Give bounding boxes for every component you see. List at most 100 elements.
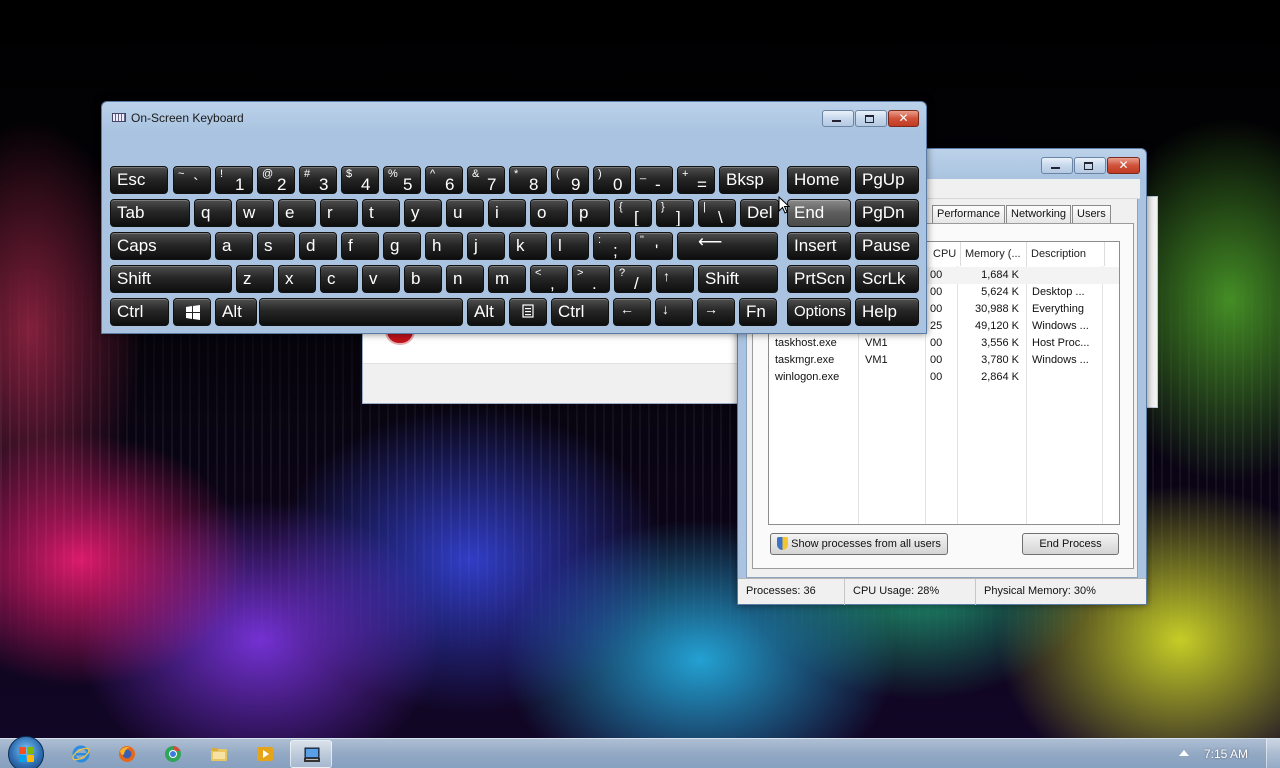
key-4[interactable]: $4 <box>341 166 379 194</box>
key-quote[interactable]: " ' <box>635 232 673 260</box>
key-k[interactable]: k <box>509 232 547 260</box>
key-x[interactable]: x <box>278 265 316 293</box>
key-down[interactable]: ↓ <box>655 298 693 326</box>
key-u[interactable]: u <box>446 199 484 227</box>
key-lshift[interactable]: Shift <box>110 265 232 293</box>
minimize-button[interactable] <box>822 110 854 127</box>
process-row[interactable]: winlogon.exe 00 2,864 K <box>769 369 1119 386</box>
close-button[interactable]: ✕ <box>888 110 919 127</box>
key-lbracket[interactable]: {[ <box>614 199 652 227</box>
key-tab[interactable]: Tab <box>110 199 190 227</box>
taskbar-media-player[interactable] <box>244 740 286 768</box>
taskbar-on-screen-keyboard[interactable] <box>290 740 332 768</box>
clock[interactable]: 7:15 AM <box>1204 739 1248 768</box>
process-row[interactable]: taskhost.exe VM1 00 3,556 K Host Proc... <box>769 335 1119 352</box>
key-8[interactable]: * 8 <box>509 166 547 194</box>
key-period[interactable]: >. <box>572 265 610 293</box>
key-y[interactable]: y <box>404 199 442 227</box>
key-w[interactable]: w <box>236 199 274 227</box>
key-semicolon[interactable]: :; <box>593 232 631 260</box>
start-button[interactable] <box>8 736 44 768</box>
key-space[interactable] <box>259 298 463 326</box>
key-j[interactable]: j <box>467 232 505 260</box>
key-bksp[interactable]: Bksp <box>719 166 779 194</box>
key-g[interactable]: g <box>383 232 421 260</box>
key-e[interactable]: e <box>278 199 316 227</box>
key-slash[interactable]: ? / <box>614 265 652 293</box>
key-s[interactable]: s <box>257 232 295 260</box>
tab-networking[interactable]: Networking <box>1006 205 1072 223</box>
show-hidden-icons-button[interactable] <box>1179 750 1189 756</box>
key-9[interactable]: (9 <box>551 166 589 194</box>
column-description[interactable]: Description <box>1027 242 1105 266</box>
key-home[interactable]: Home <box>787 166 851 194</box>
key-prtscn[interactable]: PrtScn <box>787 265 851 293</box>
key-t[interactable]: t <box>362 199 400 227</box>
close-button[interactable]: ✕ <box>1107 157 1140 174</box>
key-pgdn[interactable]: PgDn <box>855 199 919 227</box>
key-del[interactable]: Del <box>740 199 779 227</box>
key-pgup[interactable]: PgUp <box>855 166 919 194</box>
key-up[interactable]: ↑ <box>656 265 694 293</box>
key-m[interactable]: m <box>488 265 526 293</box>
taskbar-chrome[interactable] <box>152 740 194 768</box>
key-pause[interactable]: Pause <box>855 232 919 260</box>
key-o[interactable]: o <box>530 199 568 227</box>
taskbar-firefox[interactable] <box>106 740 148 768</box>
key-h[interactable]: h <box>425 232 463 260</box>
key-1[interactable]: ! 1 <box>215 166 253 194</box>
key-n[interactable]: n <box>446 265 484 293</box>
key-enter[interactable]: ⟵ <box>677 232 778 260</box>
maximize-button[interactable] <box>855 110 887 127</box>
key-minus[interactable]: _ - <box>635 166 673 194</box>
tab-performance[interactable]: Performance <box>932 205 1005 223</box>
key-2[interactable]: @2 <box>257 166 295 194</box>
key-d[interactable]: d <box>299 232 337 260</box>
key-equals[interactable]: + = <box>677 166 715 194</box>
key-rbracket[interactable]: }] <box>656 199 694 227</box>
key-7[interactable]: & 7 <box>467 166 505 194</box>
key-v[interactable]: v <box>362 265 400 293</box>
key-comma[interactable]: <, <box>530 265 568 293</box>
column-memory[interactable]: Memory (... <box>961 242 1027 266</box>
minimize-button[interactable] <box>1041 157 1073 174</box>
taskbar-explorer[interactable] <box>198 740 240 768</box>
key-b[interactable]: b <box>404 265 442 293</box>
key-c[interactable]: c <box>320 265 358 293</box>
key-help[interactable]: Help <box>855 298 919 326</box>
keyboard-titlebar[interactable]: On-Screen Keyboard ✕ <box>102 102 926 132</box>
show-desktop-button[interactable] <box>1266 739 1280 768</box>
key-rctrl[interactable]: Ctrl <box>551 298 609 326</box>
key-left[interactable]: ← <box>613 298 651 326</box>
key-win[interactable] <box>173 298 211 326</box>
key-f[interactable]: f <box>341 232 379 260</box>
key-r[interactable]: r <box>320 199 358 227</box>
key-right[interactable]: → <box>697 298 735 326</box>
key-p[interactable]: p <box>572 199 610 227</box>
key-scrlk[interactable]: ScrLk <box>855 265 919 293</box>
key-3[interactable]: #3 <box>299 166 337 194</box>
key-end[interactable]: End <box>787 199 851 227</box>
key-6[interactable]: ^ 6 <box>425 166 463 194</box>
taskbar-internet-explorer[interactable] <box>60 740 102 768</box>
key-0[interactable]: ) 0 <box>593 166 631 194</box>
key-insert[interactable]: Insert <box>787 232 851 260</box>
show-all-processes-button[interactable]: Show processes from all users <box>770 533 948 555</box>
process-row[interactable]: taskmgr.exe VM1 00 3,780 K Windows ... <box>769 352 1119 369</box>
key-options[interactable]: Options <box>787 298 851 326</box>
tab-users[interactable]: Users <box>1072 205 1111 223</box>
key-q[interactable]: q <box>194 199 232 227</box>
end-process-button[interactable]: End Process <box>1022 533 1119 555</box>
key-ralt[interactable]: Alt <box>467 298 505 326</box>
key-rshift[interactable]: Shift <box>698 265 778 293</box>
maximize-button[interactable] <box>1074 157 1106 174</box>
key-tilde[interactable]: ~ ` <box>173 166 211 194</box>
key-a[interactable]: a <box>215 232 253 260</box>
key-esc[interactable]: Esc <box>110 166 168 194</box>
key-lctrl[interactable]: Ctrl <box>110 298 169 326</box>
key-5[interactable]: % 5 <box>383 166 421 194</box>
key-l[interactable]: l <box>551 232 589 260</box>
key-menu[interactable] <box>509 298 547 326</box>
key-caps[interactable]: Caps <box>110 232 211 260</box>
key-backslash[interactable]: | \ <box>698 199 736 227</box>
